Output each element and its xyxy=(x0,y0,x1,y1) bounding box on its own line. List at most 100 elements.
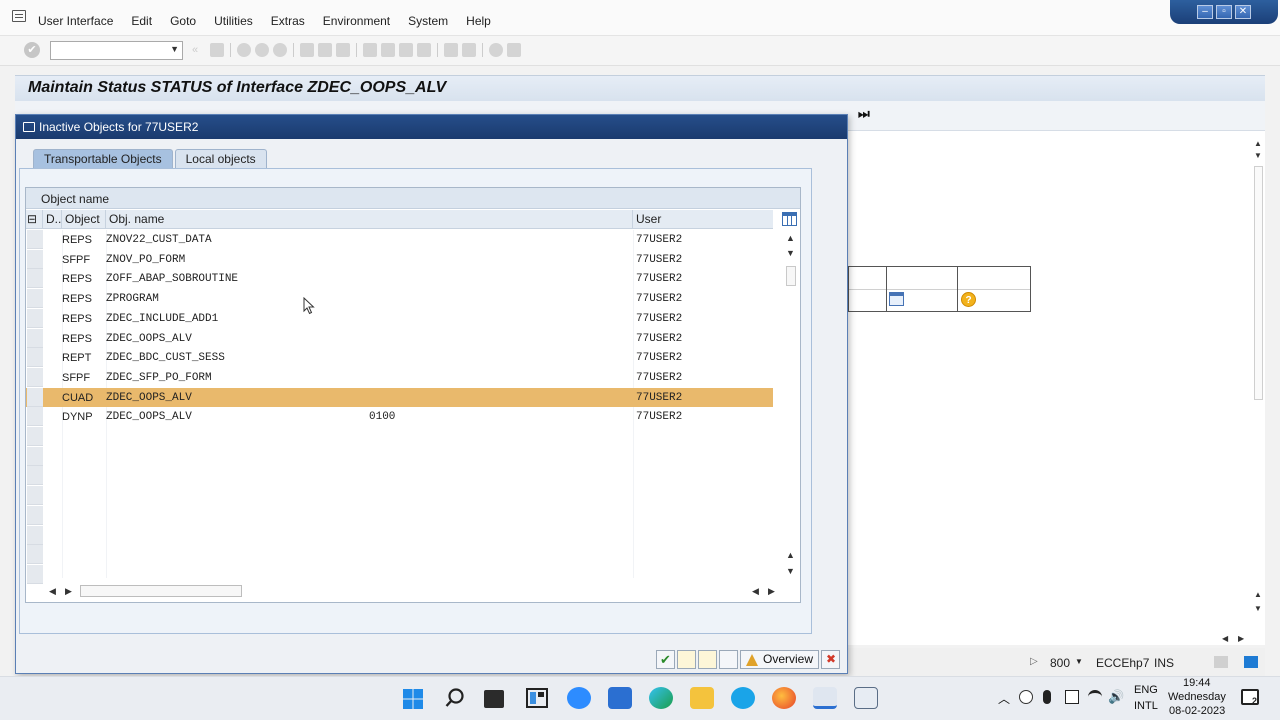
change-layout-icon[interactable] xyxy=(782,212,797,226)
clock-date[interactable]: 08-02-2023 xyxy=(1169,705,1225,717)
scroll-up-icon[interactable]: ▲ xyxy=(786,551,795,560)
row-selector[interactable] xyxy=(27,308,43,328)
menu-utilities[interactable]: Utilities xyxy=(214,14,253,28)
empty-row-selector[interactable] xyxy=(27,505,43,525)
column-header-user[interactable]: User xyxy=(633,210,773,229)
scroll-thumb[interactable] xyxy=(786,266,796,286)
row-selector[interactable] xyxy=(27,328,43,348)
row-selector[interactable] xyxy=(27,269,43,289)
row-selector[interactable] xyxy=(27,249,43,269)
scroll-right-icon[interactable]: ▶ xyxy=(65,587,72,596)
store-icon[interactable] xyxy=(608,687,632,709)
lock-icon[interactable] xyxy=(1244,656,1258,668)
scroll-down-icon[interactable]: ▼ xyxy=(1254,604,1262,613)
previous-page-icon[interactable] xyxy=(381,43,395,57)
window-menu-icon[interactable] xyxy=(12,10,26,22)
back-double-icon[interactable]: « xyxy=(192,43,206,57)
row-selector[interactable] xyxy=(27,367,43,387)
battery-icon[interactable] xyxy=(1065,690,1079,704)
skype-icon[interactable] xyxy=(731,687,755,709)
scroll-left-icon[interactable]: ◀ xyxy=(752,587,759,596)
widgets-icon[interactable] xyxy=(526,687,550,709)
select-all-button[interactable] xyxy=(698,650,717,669)
language-indicator[interactable]: ENG xyxy=(1134,684,1158,696)
help-icon[interactable] xyxy=(489,43,503,57)
menu-environment[interactable]: Environment xyxy=(323,14,390,28)
back-icon[interactable] xyxy=(237,43,251,57)
last-page-icon[interactable]: ⏭ xyxy=(858,106,870,122)
enter-check-icon[interactable]: ✔ xyxy=(24,42,40,58)
windows-start-icon[interactable] xyxy=(402,688,424,710)
chevron-down-icon[interactable]: ▼ xyxy=(1075,657,1083,666)
edge-browser-icon[interactable] xyxy=(649,687,673,709)
clock-day[interactable]: Wednesday xyxy=(1168,691,1226,703)
overview-button[interactable]: Overview xyxy=(740,650,820,669)
sap-logon-icon[interactable] xyxy=(813,687,837,709)
row-selector[interactable] xyxy=(27,387,43,407)
last-page-icon[interactable] xyxy=(417,43,431,57)
keyboard-indicator[interactable]: INTL xyxy=(1134,700,1158,712)
empty-row-selector[interactable] xyxy=(27,427,43,446)
maximize-button[interactable]: ▫ xyxy=(1216,5,1232,19)
zoom-app-icon[interactable] xyxy=(567,687,591,709)
clock-time[interactable]: 19:44 xyxy=(1183,677,1211,689)
table-row[interactable]: REPS ZNOV22_CUST_DATA 77USER2 xyxy=(26,230,773,250)
scroll-up-icon[interactable]: ▲ xyxy=(1254,139,1262,148)
menu-system[interactable]: System xyxy=(408,14,448,28)
background-vertical-scrollbar[interactable]: ▲ ▼ ▲ ▼ xyxy=(1252,134,1264,624)
row-selector[interactable] xyxy=(27,289,43,309)
scroll-right-icon[interactable]: ▶ xyxy=(768,587,775,596)
scroll-right-icon[interactable]: ▶ xyxy=(1238,634,1244,643)
cancel-icon[interactable] xyxy=(273,43,287,57)
scroll-up-icon[interactable]: ▲ xyxy=(786,234,795,243)
row-selector[interactable] xyxy=(27,230,43,249)
menu-extras[interactable]: Extras xyxy=(271,14,305,28)
table-row[interactable]: SFPF ZNOV_PO_FORM 77USER2 xyxy=(26,249,773,270)
column-header-object[interactable]: Object xyxy=(62,210,106,229)
scroll-down-icon[interactable]: ▼ xyxy=(786,567,795,576)
alv-vertical-scrollbar[interactable]: ▲ ▼ ▲ ▼ xyxy=(783,230,799,580)
notification-icon[interactable]: 2 xyxy=(1241,689,1259,706)
alv-horizontal-scrollbar[interactable]: ◀ ▶ ◀ ▶ xyxy=(26,582,802,600)
question-icon[interactable]: ? xyxy=(961,292,976,307)
menu-user-interface[interactable]: User Interface xyxy=(38,14,113,28)
tab-local-objects[interactable]: Local objects xyxy=(174,149,267,169)
volume-icon[interactable]: 🔊 xyxy=(1108,690,1124,704)
close-button[interactable]: ✕ xyxy=(1235,5,1251,19)
tab-transportable-objects[interactable]: Transportable Objects xyxy=(33,149,173,169)
next-page-icon[interactable] xyxy=(399,43,413,57)
deselect-all-button[interactable] xyxy=(719,650,738,669)
scroll-down-icon[interactable]: ▼ xyxy=(786,249,795,258)
row-selector[interactable] xyxy=(27,348,43,368)
scroll-thumb[interactable] xyxy=(80,585,242,597)
exit-icon[interactable] xyxy=(255,43,269,57)
file-explorer-icon[interactable] xyxy=(690,687,714,709)
find-next-icon[interactable] xyxy=(336,43,350,57)
microphone-icon[interactable] xyxy=(1043,690,1051,704)
menu-goto[interactable]: Goto xyxy=(170,14,196,28)
customize-layout-icon[interactable] xyxy=(507,43,521,57)
find-icon[interactable] xyxy=(318,43,332,57)
shortcut-icon[interactable] xyxy=(462,43,476,57)
column-header-obj-name[interactable]: Obj. name xyxy=(106,210,633,229)
table-row[interactable]: DYNP ZDEC_OOPS_ALV 0100 77USER2 xyxy=(26,407,773,427)
command-field[interactable]: ▼ xyxy=(50,41,183,60)
table-row[interactable]: REPS ZOFF_ABAP_SOBROUTINE 77USER2 xyxy=(26,269,773,289)
table-row[interactable]: REPS ZDEC_INCLUDE_ADD1 77USER2 xyxy=(26,308,773,329)
empty-row-selector[interactable] xyxy=(27,486,43,506)
table-row[interactable]: REPT ZDEC_BDC_CUST_SESS 77USER2 xyxy=(26,348,773,368)
new-session-icon[interactable] xyxy=(444,43,458,57)
table-row[interactable]: SFPF ZDEC_SFP_PO_FORM 77USER2 xyxy=(26,367,773,388)
table-row[interactable]: CUAD ZDEC_OOPS_ALV 77USER2 xyxy=(26,387,773,408)
column-header-d[interactable]: D.. xyxy=(43,210,62,229)
firefox-icon[interactable] xyxy=(772,687,796,709)
save-icon[interactable] xyxy=(210,43,224,57)
first-page-icon[interactable] xyxy=(363,43,377,57)
onedrive-icon[interactable] xyxy=(1019,690,1033,704)
function-icon[interactable] xyxy=(889,292,904,306)
search-icon[interactable] xyxy=(444,687,468,709)
scroll-down-icon[interactable]: ▼ xyxy=(1254,151,1262,160)
cancel-button[interactable] xyxy=(821,650,841,669)
print-icon[interactable] xyxy=(300,43,314,57)
scroll-left-icon[interactable]: ◀ xyxy=(49,587,56,596)
